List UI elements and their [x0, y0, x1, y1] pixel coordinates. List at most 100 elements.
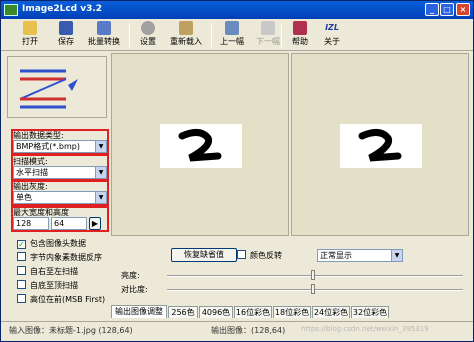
display-mode-value: 正常显示 [320, 251, 352, 260]
brightness-slider-thumb[interactable] [311, 270, 315, 280]
scan-logo-icon [19, 69, 78, 109]
input-image-view [111, 53, 289, 236]
contrast-label: 对比度: [121, 285, 148, 294]
next-image-button[interactable]: 下一幅 [251, 20, 285, 50]
chevron-down-icon: ▼ [95, 167, 106, 178]
input-image [160, 124, 242, 168]
option-reverse-byte[interactable]: 字节内象素数据反序 [17, 252, 102, 263]
checkbox-icon [17, 252, 26, 261]
option-label: 字节内象素数据反序 [30, 253, 102, 262]
checkbox-icon [237, 250, 246, 259]
checkbox-icon [17, 294, 26, 303]
max-height-input[interactable]: 64 [51, 217, 87, 230]
checkbox-icon [17, 266, 26, 275]
option-msb-first[interactable]: 高位在前(MSB First) [17, 294, 105, 305]
gray-value: 单色 [16, 193, 32, 202]
input-status: 输入图像：未标题-1.jpg (128,64) [9, 326, 133, 335]
open-label: 打开 [22, 37, 38, 46]
digit-2-image [178, 129, 222, 162]
title-bar: Image2Lcd v3.2 _ □ × [1, 1, 473, 19]
save-label: 保存 [58, 37, 74, 46]
window-title: Image2Lcd v3.2 [22, 4, 103, 14]
app-window: Image2Lcd v3.2 _ □ × 打开 保存 批量转换 设置 重新载入 [0, 0, 474, 342]
scan-mode-value: 水平扫描 [16, 168, 48, 177]
prev-image-button[interactable]: 上一幅 [215, 20, 249, 50]
brightness-slider[interactable] [167, 275, 463, 277]
open-button[interactable]: 打开 [15, 20, 45, 50]
open-folder-icon [23, 21, 37, 35]
tab-18bit-color[interactable]: 18位彩色 [273, 306, 311, 318]
settings-gear-icon [141, 21, 155, 35]
watermark-text: https://blog.csdn.net/weixin_395319 [301, 325, 429, 333]
toolbar-separator [211, 23, 212, 47]
tab-output-adjust[interactable]: 输出图像调整 [111, 305, 167, 318]
prev-image-label: 上一幅 [220, 37, 244, 46]
adjust-panel: 恢复缺省值 颜色反转 正常显示 ▼ 亮度: 对比度: [111, 240, 469, 315]
reload-button[interactable]: 重新载入 [165, 20, 207, 50]
invert-label: 颜色反转 [250, 251, 282, 260]
tab-24bit-color[interactable]: 24位彩色 [312, 306, 350, 318]
invert-colors-checkbox[interactable]: 颜色反转 [237, 250, 282, 261]
next-image-icon [261, 21, 275, 35]
checkbox-checked-icon: ✓ [17, 240, 26, 249]
batch-convert-icon [97, 21, 111, 35]
restore-defaults-button[interactable]: 恢复缺省值 [171, 248, 237, 262]
display-mode-select[interactable]: 正常显示 ▼ [317, 249, 403, 262]
chevron-down-icon: ▼ [95, 192, 106, 203]
output-image-view [291, 53, 469, 236]
contrast-slider-thumb[interactable] [311, 284, 315, 294]
gray-select[interactable]: 单色 ▼ [13, 191, 107, 204]
settings-label: 设置 [140, 37, 156, 46]
logo-panel [7, 56, 107, 118]
status-bar: 输入图像：未标题-1.jpg (128,64) 输出图像：(128,64) ht… [1, 321, 473, 341]
settings-button[interactable]: 设置 [133, 20, 163, 50]
settings-panel: 输出数据类型: BMP格式(*.bmp) ▼ 扫描模式: 水平扫描 ▼ 输出灰度… [7, 56, 109, 318]
tab-4096-color[interactable]: 4096色 [199, 306, 233, 318]
next-image-label: 下一幅 [256, 37, 280, 46]
option-header-data[interactable]: ✓ 包含图像头数据 [17, 238, 86, 249]
arrow-right-icon: ▶ [91, 219, 99, 228]
option-label: 自右至左扫描 [30, 267, 78, 276]
prev-image-icon [225, 21, 239, 35]
about-button[interactable]: IZL 关于 [317, 20, 347, 50]
help-label: 帮助 [292, 37, 308, 46]
option-label: 自底至顶扫描 [30, 281, 78, 290]
chevron-down-icon: ▼ [391, 250, 402, 261]
tab-256-color[interactable]: 256色 [168, 306, 198, 318]
contrast-slider[interactable] [167, 289, 463, 291]
batch-convert-button[interactable]: 批量转换 [83, 20, 125, 50]
maximize-button[interactable]: □ [440, 3, 454, 16]
max-width-input[interactable]: 128 [13, 217, 49, 230]
reload-icon [179, 21, 193, 35]
brightness-label: 亮度: [121, 271, 140, 280]
output-type-select[interactable]: BMP格式(*.bmp) ▼ [13, 140, 107, 153]
apply-size-button[interactable]: ▶ [89, 217, 101, 230]
tab-32bit-color[interactable]: 32位彩色 [351, 306, 389, 318]
about-label: 关于 [324, 37, 340, 46]
minimize-button[interactable]: _ [425, 3, 439, 16]
chevron-down-icon: ▼ [95, 141, 106, 152]
output-image [340, 124, 422, 168]
scan-mode-select[interactable]: 水平扫描 ▼ [13, 166, 107, 179]
help-button[interactable]: 帮助 [285, 20, 315, 50]
app-icon [4, 4, 18, 16]
toolbar-separator [281, 23, 282, 47]
close-button[interactable]: × [456, 3, 470, 16]
toolbar-separator [129, 23, 130, 47]
about-izl-icon: IZL [325, 23, 339, 32]
option-right-to-left[interactable]: 自右至左扫描 [17, 266, 78, 277]
output-type-value: BMP格式(*.bmp) [16, 142, 80, 151]
digit-2-image [358, 129, 402, 162]
save-disk-icon [59, 21, 73, 35]
batch-convert-label: 批量转换 [88, 37, 120, 46]
tab-16bit-color[interactable]: 16位彩色 [234, 306, 272, 318]
option-label: 高位在前(MSB First) [30, 295, 106, 304]
checkbox-icon [17, 280, 26, 289]
reload-label: 重新载入 [170, 37, 202, 46]
help-book-icon [293, 21, 307, 35]
option-label: 包含图像头数据 [30, 239, 86, 248]
output-status: 输出图像：(128,64) [211, 326, 286, 335]
toolbar: 打开 保存 批量转换 设置 重新载入 上一幅 下一幅 帮助 IZL 关于 [1, 19, 473, 51]
save-button[interactable]: 保存 [51, 20, 81, 50]
option-bottom-to-top[interactable]: 自底至顶扫描 [17, 280, 78, 291]
